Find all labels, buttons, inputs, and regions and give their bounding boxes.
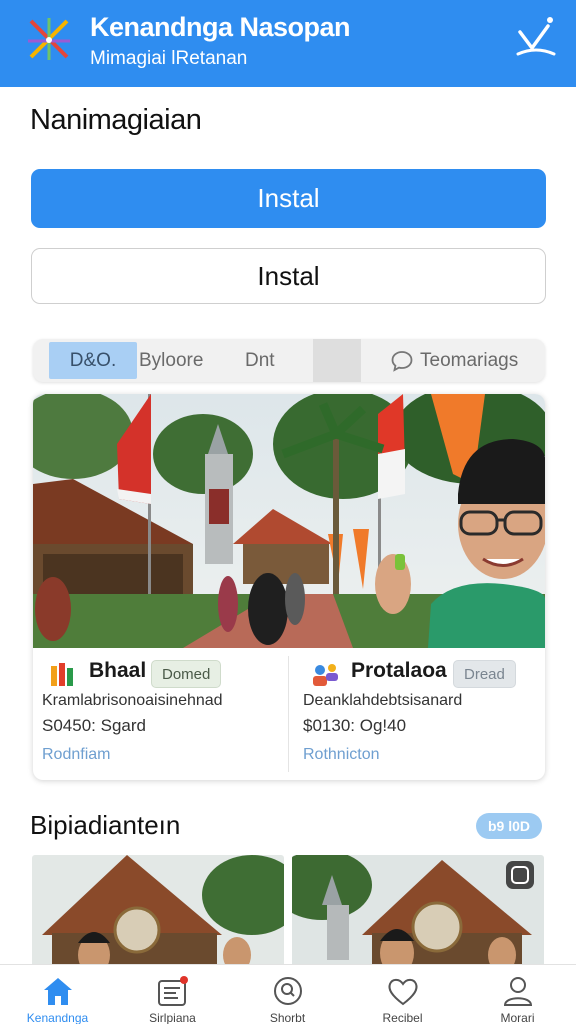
user-icon xyxy=(503,977,532,1006)
search-icon xyxy=(273,977,302,1005)
install-button-primary[interactable]: Instal xyxy=(31,169,546,228)
people-icon xyxy=(313,664,338,686)
card-left-link[interactable]: Rodnfiam xyxy=(42,746,110,764)
tab-home[interactable]: Kenandnga xyxy=(0,965,115,1024)
heart-icon xyxy=(387,978,418,1006)
install-button-secondary[interactable]: Instal xyxy=(31,248,546,304)
card-left-price: S0450: Sgard xyxy=(42,716,146,735)
filter-tab-1[interactable]: D&O. xyxy=(49,342,137,379)
tab-favorites[interactable]: Recibel xyxy=(345,965,460,1024)
tab-search[interactable]: Shorbt xyxy=(230,965,345,1024)
tab-favorites-label: Recibel xyxy=(382,1011,423,1024)
card-right-price: $0130: Og!40 xyxy=(303,716,407,735)
bars-icon xyxy=(51,663,73,686)
card-left-pill[interactable]: Domed xyxy=(151,660,222,688)
section2-badge[interactable]: b9 l0D xyxy=(476,813,542,839)
tab-profile-label: Morari xyxy=(500,1011,535,1024)
feature-card[interactable]: Bhaal Domed Kramlabrisonoaisinehnad S045… xyxy=(33,394,545,780)
tab-search-label: Shorbt xyxy=(269,1011,306,1024)
filter-tab-2[interactable]: Byloore xyxy=(137,339,203,382)
filter-tab-3[interactable]: Dnt xyxy=(245,339,275,382)
section-heading: Nanimagiaian xyxy=(30,104,202,136)
home-icon xyxy=(43,978,72,1005)
tab-list[interactable]: Sirlpiana xyxy=(115,965,230,1024)
gallery-photo-2 xyxy=(292,855,544,967)
speech-bubble-icon xyxy=(391,350,413,372)
card-right-description: Deanklahdebtsisanard xyxy=(303,692,463,709)
card-column-left[interactable]: Bhaal Domed Kramlabrisonoaisinehnad S045… xyxy=(33,648,289,780)
card-column-right[interactable]: Protalaoa Dread Deanklahdebtsisanard $01… xyxy=(289,648,545,780)
card-right-link[interactable]: Rothnicton xyxy=(303,746,380,764)
card-left-description: Kramlabrisonoaisinehnad xyxy=(42,692,223,709)
gallery-thumb[interactable] xyxy=(32,855,284,967)
star-cross-logo xyxy=(28,18,70,60)
tab-list-label: Sirlpiana xyxy=(149,1011,196,1024)
card-right-pill[interactable]: Dread xyxy=(453,660,516,688)
gallery-thumb[interactable] xyxy=(292,855,544,967)
card-left-name: Bhaal xyxy=(89,659,147,682)
bottom-tab-bar: Kenandnga Sirlpiana Shorbt Recibel Morar… xyxy=(0,964,576,1024)
tab-home-label: Kenandnga xyxy=(26,1011,89,1024)
app-subtitle: Mimagiai lRetanan xyxy=(90,48,248,69)
tab-profile[interactable]: Morari xyxy=(460,965,575,1024)
list-icon xyxy=(157,976,188,1006)
checkmark-menu-icon[interactable] xyxy=(514,14,558,60)
app-title: Kenandnga Nasopan xyxy=(90,12,351,42)
filter-tab-4[interactable]: Teomariags xyxy=(390,339,518,382)
filter-tab-4-label: Teomariags xyxy=(420,349,519,371)
gallery-photo-1 xyxy=(32,855,284,967)
app-header: Kenandnga Nasopan Mimagiai lRetanan xyxy=(0,0,576,87)
filter-tabs: D&O. Byloore Dnt Teomariags xyxy=(33,339,545,382)
section2-heading: Bipiadianteın xyxy=(30,810,181,840)
filter-tab-blank[interactable] xyxy=(313,339,361,382)
hero-photo xyxy=(33,394,545,648)
card-right-name: Protalaoa xyxy=(351,659,447,682)
